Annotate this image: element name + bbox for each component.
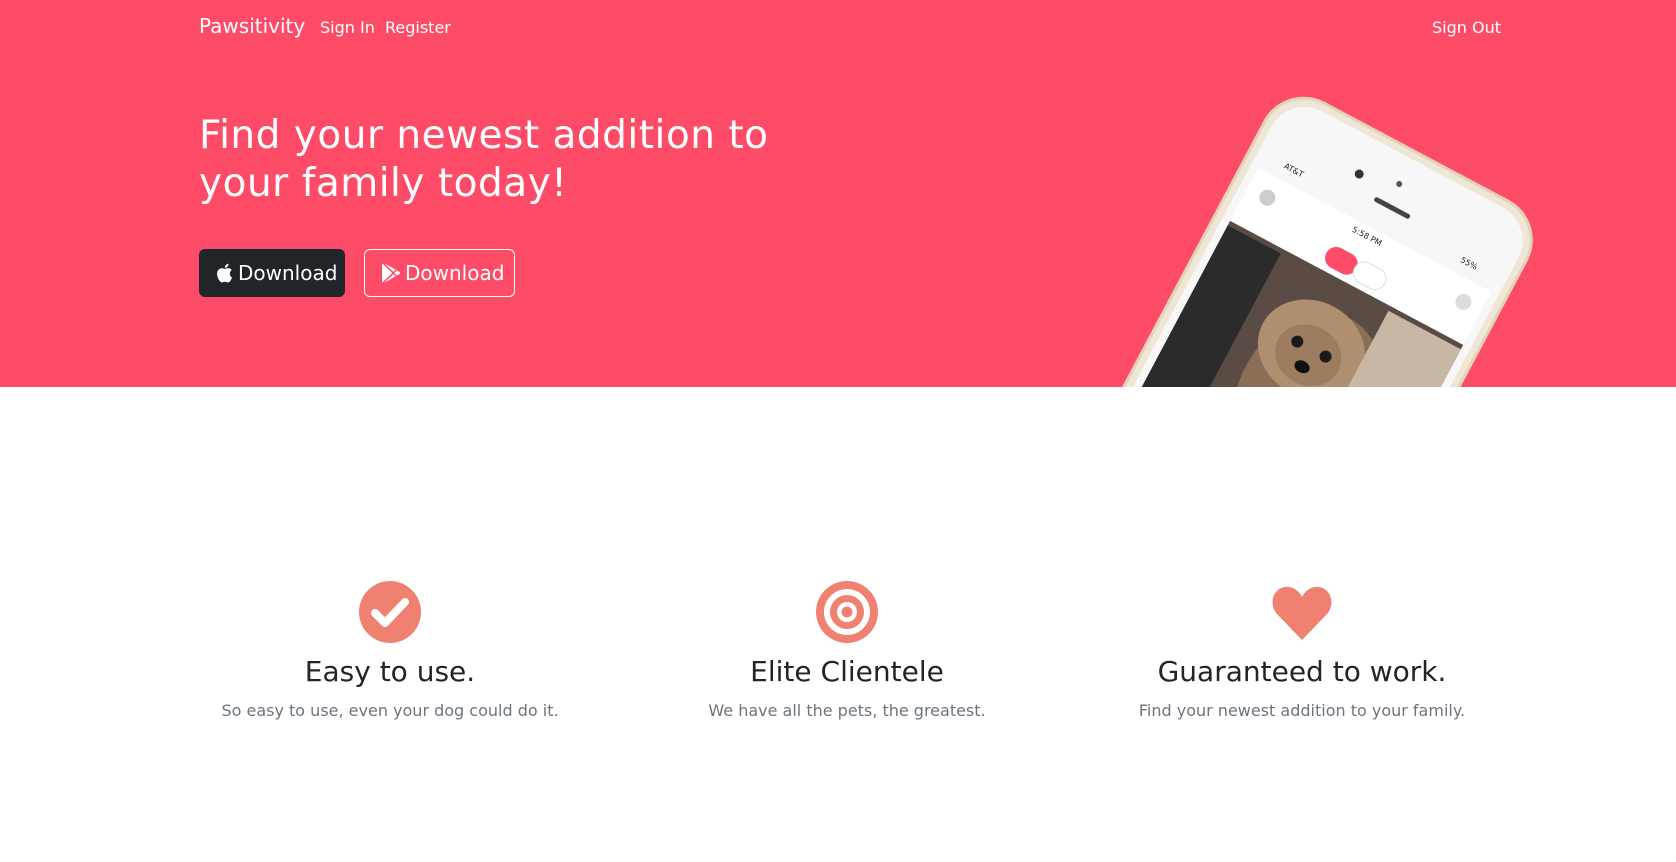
google-play-download-button[interactable]: Download — [364, 249, 515, 297]
feature-text: We have all the pets, the greatest. — [708, 701, 986, 720]
feature-title: Elite Clientele — [750, 655, 944, 688]
feature-text: So easy to use, even your dog could do i… — [221, 701, 559, 720]
hero-title: Find your newest addition to your family… — [199, 113, 769, 206]
heart-icon — [1272, 586, 1332, 640]
app-store-download-button[interactable]: Download — [199, 249, 345, 297]
brand-link[interactable]: Pawsitivity — [199, 14, 305, 38]
nav-sign-out-link[interactable]: Sign Out — [1432, 18, 1501, 37]
google-play-download-label: Download — [405, 261, 505, 285]
feature-text: Find your newest addition to your family… — [1138, 701, 1466, 720]
feature-title: Guaranteed to work. — [1157, 655, 1447, 688]
feature-title: Easy to use. — [304, 655, 476, 688]
nav-sign-in-link[interactable]: Sign In — [320, 18, 375, 37]
nav-register-link[interactable]: Register — [385, 18, 451, 37]
hero-section: Pawsitivity Sign In Register Sign Out Fi… — [0, 0, 1676, 387]
feature-guaranteed-to-work: Guaranteed to work. Find your newest add… — [1102, 580, 1502, 722]
apple-icon — [216, 263, 233, 283]
feature-elite-clientele: Elite Clientele We have all the pets, th… — [647, 580, 1047, 722]
feature-easy-to-use: Easy to use. So easy to use, even your d… — [190, 580, 590, 722]
target-icon — [816, 581, 878, 643]
check-circle-icon — [359, 581, 421, 643]
phone-mockup: AT&T 5:58 PM 55% — [1040, 80, 1549, 387]
app-store-download-label: Download — [238, 261, 338, 285]
google-play-icon — [381, 263, 400, 283]
